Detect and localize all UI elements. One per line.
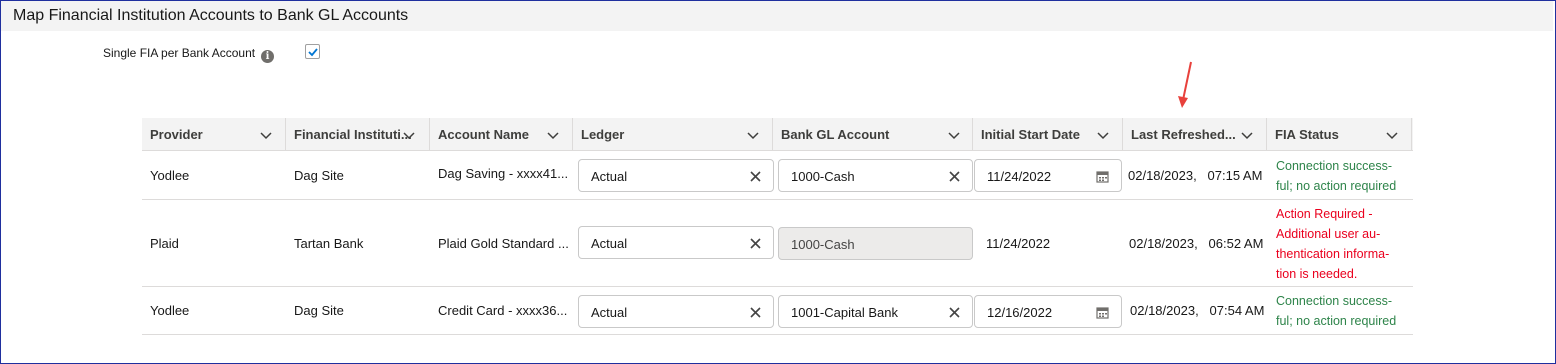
start-date-input[interactable]: 12/16/2022: [974, 295, 1122, 328]
status-line: ful; no action required: [1276, 179, 1397, 193]
account-name-cell: Credit Card - xxxx36...: [438, 303, 568, 318]
fia-status-cell: Action Required - Additional user au- th…: [1276, 204, 1411, 284]
ledger-value: Actual: [591, 305, 628, 320]
column-header-ledger[interactable]: Ledger: [573, 118, 773, 151]
close-icon[interactable]: [749, 306, 762, 319]
provider-cell: Plaid: [150, 236, 179, 251]
bank-gl-value: 1000-Cash: [791, 169, 855, 184]
column-label: Account Name: [438, 127, 530, 142]
info-icon[interactable]: i: [261, 50, 274, 63]
status-line: Action Required -: [1276, 207, 1373, 221]
chevron-down-icon[interactable]: [402, 128, 416, 142]
column-header-fia-status[interactable]: FIA Status: [1267, 118, 1412, 151]
ledger-lookup[interactable]: Actual: [578, 295, 774, 328]
chevron-down-icon[interactable]: [1096, 128, 1110, 142]
column-label: FIA Status: [1275, 127, 1339, 142]
status-line: tion is needed.: [1276, 267, 1358, 281]
column-label: Provider: [150, 127, 203, 142]
chevron-down-icon[interactable]: [546, 128, 560, 142]
table-row: Plaid Tartan Bank Plaid Gold Standard ..…: [142, 200, 1413, 287]
institution-cell: Tartan Bank: [294, 236, 364, 251]
bank-gl-lookup-disabled: 1000-Cash: [778, 227, 973, 260]
account-name-cell: Dag Saving - xxxx41...: [438, 166, 569, 181]
ledger-value: Actual: [591, 169, 628, 184]
account-name-cell: Plaid Gold Standard ...: [438, 236, 569, 251]
red-arrow-annotation: [1178, 61, 1192, 108]
chevron-down-icon[interactable]: [947, 128, 961, 142]
last-refreshed-cell: 02/18/2023, 07:15 AM: [1128, 168, 1263, 183]
status-line: Additional user au-: [1276, 227, 1381, 241]
bank-gl-lookup[interactable]: 1000-Cash: [778, 159, 973, 192]
fia-status-cell: Connection success- ful; no action requi…: [1276, 291, 1411, 331]
checkmark-icon: [308, 48, 318, 57]
institution-cell: Dag Site: [294, 168, 344, 183]
page-title: Map Financial Institution Accounts to Ba…: [13, 7, 409, 24]
chevron-down-icon[interactable]: [746, 128, 760, 142]
status-line: ful; no action required: [1276, 314, 1397, 328]
status-line: thentication informa-: [1276, 247, 1390, 261]
column-header-provider[interactable]: Provider: [142, 118, 286, 151]
bank-gl-value: 1001-Capital Bank: [791, 305, 898, 320]
ledger-lookup[interactable]: Actual: [578, 226, 774, 259]
ledger-value: Actual: [591, 236, 628, 251]
column-header-account-name[interactable]: Account Name: [430, 118, 573, 151]
table-header: Provider Financial Instituti... Account …: [142, 118, 1413, 151]
start-date-input[interactable]: 11/24/2022: [974, 159, 1122, 192]
chevron-down-icon[interactable]: [259, 128, 273, 142]
column-label: Financial Instituti...: [294, 127, 412, 142]
chevron-down-icon[interactable]: [1385, 128, 1399, 142]
start-date-cell: 11/24/2022: [986, 236, 1051, 251]
calendar-icon[interactable]: [1096, 170, 1109, 183]
status-line: Connection success-: [1276, 159, 1393, 173]
start-date-value: 11/24/2022: [987, 169, 1052, 184]
calendar-icon[interactable]: [1096, 306, 1109, 319]
column-label: Bank GL Account: [781, 127, 890, 142]
ledger-lookup[interactable]: Actual: [578, 159, 774, 192]
institution-cell: Dag Site: [294, 303, 344, 318]
close-icon[interactable]: [948, 306, 961, 319]
provider-cell: Yodlee: [150, 168, 190, 183]
column-header-bank-gl-account[interactable]: Bank GL Account: [773, 118, 973, 151]
fia-status-cell: Connection success- ful; no action requi…: [1276, 156, 1411, 196]
table-row: Yodlee Dag Site Credit Card - xxxx36... …: [142, 287, 1413, 335]
column-header-financial-institution[interactable]: Financial Instituti...: [286, 118, 430, 151]
column-header-initial-start-date[interactable]: Initial Start Date: [973, 118, 1123, 151]
fia-mapping-table: Provider Financial Instituti... Account …: [142, 118, 1413, 335]
last-refreshed-cell: 02/18/2023, 07:54 AM: [1130, 303, 1265, 318]
provider-cell: Yodlee: [150, 303, 190, 318]
column-label: Ledger: [581, 127, 625, 142]
last-refreshed-cell: 02/18/2023, 06:52 AM: [1129, 236, 1264, 251]
single-fia-label: Single FIA per Bank Account: [103, 46, 256, 60]
close-icon[interactable]: [948, 170, 961, 183]
start-date-value: 12/16/2022: [987, 305, 1053, 320]
column-label: Initial Start Date: [981, 127, 1080, 142]
column-header-last-refreshed[interactable]: Last Refreshed...: [1123, 118, 1267, 151]
page-header: Map Financial Institution Accounts to Ba…: [1, 1, 1553, 31]
close-icon[interactable]: [749, 170, 762, 183]
table-row: Yodlee Dag Site Dag Saving - xxxx41... A…: [142, 152, 1413, 200]
bank-gl-lookup[interactable]: 1001-Capital Bank: [778, 295, 973, 328]
column-label: Last Refreshed...: [1131, 127, 1236, 142]
chevron-down-icon[interactable]: [1240, 128, 1254, 142]
bank-gl-value: 1000-Cash: [791, 237, 855, 252]
single-fia-checkbox[interactable]: [305, 44, 320, 59]
close-icon[interactable]: [749, 237, 762, 250]
status-line: Connection success-: [1276, 294, 1393, 308]
